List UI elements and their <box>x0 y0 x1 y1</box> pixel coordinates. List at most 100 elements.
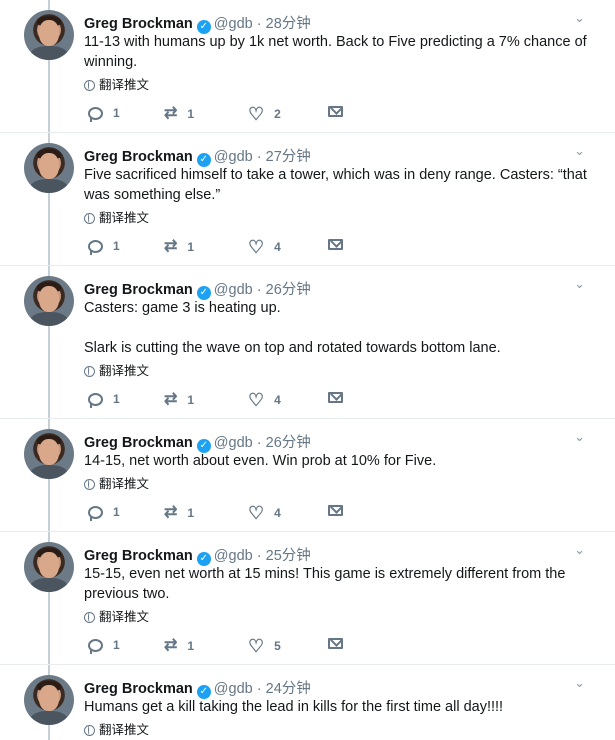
reply-button[interactable]: 1 <box>88 239 120 255</box>
reply-icon <box>88 638 103 654</box>
tweet-header: Greg Brockman ✓ @gdb · 27分钟 <box>84 145 311 167</box>
author-handle[interactable]: @gdb <box>214 282 253 298</box>
translate-tweet-link[interactable]: 翻译推文 <box>84 719 149 738</box>
tweet-timestamp[interactable]: 26分钟 <box>266 282 311 298</box>
reply-icon <box>88 505 103 521</box>
tweet[interactable]: Greg Brockman ✓ @gdb · 28分钟 ⌄ 11-13 with h… <box>0 10 615 130</box>
retweet-count: 1 <box>187 107 195 121</box>
heart-icon: ♡ <box>248 503 265 523</box>
separator: · <box>256 282 262 298</box>
avatar[interactable] <box>24 143 74 193</box>
reply-icon <box>88 106 103 122</box>
separator: · <box>256 681 262 697</box>
like-button[interactable]: ♡ 2 <box>248 105 281 123</box>
retweet-button[interactable]: ⇄ 1 <box>164 239 194 255</box>
like-button[interactable]: ♡ 5 <box>248 637 281 655</box>
avatar[interactable] <box>24 10 74 60</box>
like-button[interactable]: ♡ 4 <box>248 391 281 409</box>
author-name[interactable]: Greg Brockman <box>84 548 193 564</box>
avatar[interactable] <box>24 542 74 592</box>
chevron-down-icon[interactable]: ⌄ <box>574 10 585 26</box>
tweet-actions: 1 ⇄ 1 ♡ 4 <box>88 238 388 257</box>
avatar[interactable] <box>24 429 74 479</box>
direct-message-button[interactable] <box>328 638 343 649</box>
retweet-count: 1 <box>187 240 195 254</box>
reply-icon <box>88 239 103 255</box>
retweet-count: 1 <box>187 506 195 520</box>
author-handle[interactable]: @gdb <box>214 149 253 165</box>
author-handle[interactable]: @gdb <box>214 16 253 32</box>
retweet-button[interactable]: ⇄ 1 <box>164 392 194 408</box>
tweet-timestamp[interactable]: 27分钟 <box>266 149 311 165</box>
author-handle[interactable]: @gdb <box>214 681 253 697</box>
chevron-down-icon[interactable]: ⌄ <box>574 542 585 558</box>
globe-icon <box>84 612 95 623</box>
tweet-header: Greg Brockman ✓ @gdb · 26分钟 <box>84 431 311 453</box>
like-count: 4 <box>274 506 281 520</box>
retweet-icon: ⇄ <box>164 504 178 521</box>
tweet-timestamp[interactable]: 26分钟 <box>266 435 311 451</box>
reply-button[interactable]: 1 <box>88 106 120 122</box>
tweet-text: 14-15, net worth about even. Win prob at… <box>84 453 437 469</box>
like-count: 4 <box>274 240 281 254</box>
direct-message-button[interactable] <box>328 505 343 516</box>
tweet-divider <box>0 418 615 419</box>
tweet-actions: 1 ⇄ 1 ♡ 4 <box>88 503 388 523</box>
tweet-actions: 1 ⇄ 1 ♡ 4 <box>88 391 388 410</box>
reply-button[interactable]: 1 <box>88 392 120 408</box>
direct-message-button[interactable] <box>328 239 343 250</box>
globe-icon <box>84 725 95 736</box>
tweet-divider <box>0 664 615 665</box>
direct-message-button[interactable] <box>328 106 343 117</box>
author-name[interactable]: Greg Brockman <box>84 282 193 298</box>
author-name[interactable]: Greg Brockman <box>84 681 193 697</box>
tweet-header: Greg Brockman ✓ @gdb · 24分钟 <box>84 677 311 699</box>
like-button[interactable]: ♡ 4 <box>248 503 281 523</box>
retweet-button[interactable]: ⇄ 1 <box>164 638 194 654</box>
translate-tweet-link[interactable]: 翻译推文 <box>84 360 149 379</box>
author-name[interactable]: Greg Brockman <box>84 149 193 165</box>
tweet[interactable]: Greg Brockman ✓ @gdb · 27分钟 ⌄ Five sacrifi… <box>0 143 615 263</box>
tweet-header: Greg Brockman ✓ @gdb · 25分钟 <box>84 544 311 566</box>
tweet[interactable]: Greg Brockman ✓ @gdb · 24分钟 ⌄ Humans get a… <box>0 675 615 740</box>
tweet[interactable]: Greg Brockman ✓ @gdb · 25分钟 ⌄ 15-15, even … <box>0 542 615 662</box>
retweet-button[interactable]: ⇄ 1 <box>164 505 194 521</box>
chevron-down-icon[interactable]: ⌄ <box>574 143 585 159</box>
author-name[interactable]: Greg Brockman <box>84 435 193 451</box>
tweet-actions: 1 ⇄ 1 ♡ 2 <box>88 105 388 124</box>
separator: · <box>256 16 262 32</box>
tweet-text: Five sacrificed himself to take a tower,… <box>84 167 587 203</box>
tweet-timestamp[interactable]: 28分钟 <box>266 16 311 32</box>
tweet-text: Humans get a kill taking the lead in kil… <box>84 699 504 715</box>
author-handle[interactable]: @gdb <box>214 435 253 451</box>
chevron-down-icon[interactable]: ⌄ <box>574 276 585 292</box>
chevron-down-icon[interactable]: ⌄ <box>574 429 585 445</box>
tweet-timestamp[interactable]: 24分钟 <box>266 681 311 697</box>
chevron-down-icon[interactable]: ⌄ <box>574 675 585 691</box>
tweet-timestamp[interactable]: 25分钟 <box>266 548 311 564</box>
tweet-header: Greg Brockman ✓ @gdb · 26分钟 <box>84 278 311 300</box>
envelope-icon <box>328 239 343 250</box>
tweet[interactable]: Greg Brockman ✓ @gdb · 26分钟 ⌄ 14-15, net w… <box>0 429 615 529</box>
translate-tweet-link[interactable]: 翻译推文 <box>84 207 149 226</box>
retweet-button[interactable]: ⇄ 1 <box>164 106 194 122</box>
tweet[interactable]: Greg Brockman ✓ @gdb · 26分钟 ⌄ Casters: gam… <box>0 276 615 416</box>
reply-button[interactable]: 1 <box>88 505 120 521</box>
reply-button[interactable]: 1 <box>88 638 120 654</box>
direct-message-button[interactable] <box>328 392 343 403</box>
author-name[interactable]: Greg Brockman <box>84 16 193 32</box>
translate-tweet-link[interactable]: 翻译推文 <box>84 606 149 625</box>
reply-count: 1 <box>113 239 120 253</box>
translate-tweet-link[interactable]: 翻译推文 <box>84 473 149 492</box>
author-handle[interactable]: @gdb <box>214 548 253 564</box>
like-count: 4 <box>274 393 281 407</box>
avatar[interactable] <box>24 675 74 725</box>
like-button[interactable]: ♡ 4 <box>248 238 281 256</box>
reply-count: 1 <box>113 638 120 652</box>
avatar[interactable] <box>24 276 74 326</box>
retweet-count: 1 <box>187 639 195 653</box>
tweet-divider <box>0 265 615 266</box>
tweet-text: 15-15, even net worth at 15 mins! This g… <box>84 566 566 602</box>
tweet-actions: 1 ⇄ 1 ♡ 5 <box>88 637 388 656</box>
translate-tweet-link[interactable]: 翻译推文 <box>84 74 149 93</box>
